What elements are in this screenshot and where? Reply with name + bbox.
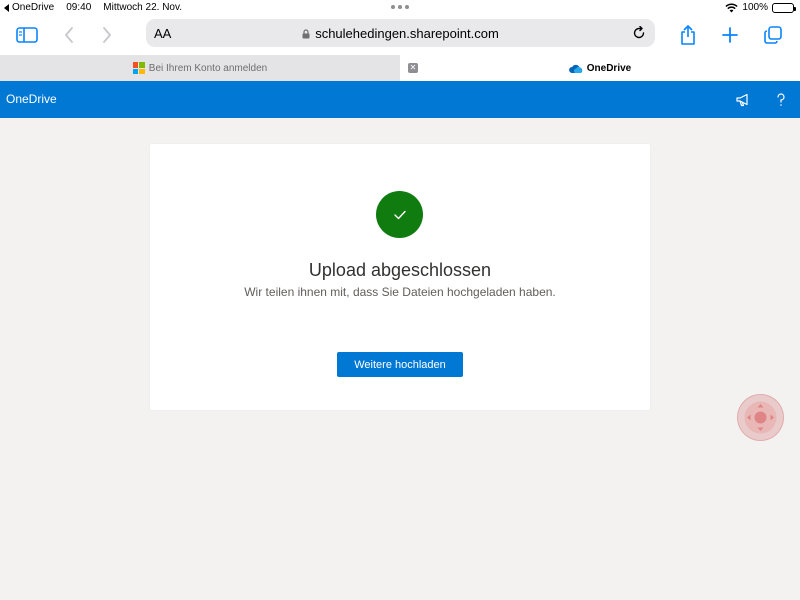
share-icon[interactable] <box>674 21 702 49</box>
tab-onedrive[interactable]: ✕ OneDrive <box>400 55 800 81</box>
back-arrow-icon <box>4 3 9 12</box>
browser-toolbar: AA schulehedingen.sharepoint.com <box>0 16 800 55</box>
back-app-label: OneDrive <box>12 2 55 13</box>
back-to-app[interactable]: OneDrive <box>4 2 54 13</box>
tab-label: Bei Ihrem Konto anmelden <box>148 62 268 74</box>
close-tab-icon[interactable]: ✕ <box>408 63 418 73</box>
reload-icon[interactable] <box>629 23 649 43</box>
wifi-icon <box>725 2 739 12</box>
onedrive-brand[interactable]: OneDrive <box>6 92 57 106</box>
url-text: schulehedingen.sharepoint.com <box>315 26 499 41</box>
feedback-megaphone-icon[interactable] <box>733 90 753 110</box>
tab-sign-in[interactable]: Bei Ihrem Konto anmelden <box>0 55 400 81</box>
status-bar: OneDrive 09:40 Mittwoch 22. Nov. 100% <box>0 0 800 16</box>
upload-complete-card: Upload abgeschlossen Wir teilen ihnen mi… <box>150 144 650 410</box>
status-time: 09:40 <box>66 2 92 13</box>
microsoft-logo-icon <box>132 62 145 74</box>
tab-overview-icon[interactable] <box>759 21 787 49</box>
forward-chevron-icon[interactable] <box>93 21 121 49</box>
upload-more-button[interactable]: Weitere hochladen <box>337 352 463 377</box>
upload-complete-subtitle: Wir teilen ihnen mit, dass Sie Dateien h… <box>244 285 556 299</box>
address-bar[interactable]: AA schulehedingen.sharepoint.com <box>146 19 655 47</box>
battery-icon <box>772 2 796 13</box>
battery-percent: 100% <box>742 2 768 13</box>
sidebar-icon[interactable] <box>13 21 41 49</box>
assistive-touch-button[interactable] <box>737 394 784 441</box>
back-chevron-icon[interactable] <box>55 21 83 49</box>
tab-bar: Bei Ihrem Konto anmelden ✕ OneDrive <box>0 55 800 81</box>
app-header: OneDrive <box>0 81 800 118</box>
url-field[interactable]: schulehedingen.sharepoint.com <box>146 26 655 41</box>
help-icon[interactable] <box>771 90 791 110</box>
upload-complete-title: Upload abgeschlossen <box>308 260 492 280</box>
new-tab-icon[interactable] <box>716 21 744 49</box>
tab-label: OneDrive <box>586 62 632 74</box>
status-date: Mittwoch 22. Nov. <box>103 2 183 13</box>
success-checkmark-icon <box>376 191 423 238</box>
multitasking-dots-icon[interactable] <box>391 5 409 9</box>
assistive-touch-icon <box>744 401 777 434</box>
lock-icon <box>302 29 310 39</box>
onedrive-cloud-icon <box>568 64 583 73</box>
